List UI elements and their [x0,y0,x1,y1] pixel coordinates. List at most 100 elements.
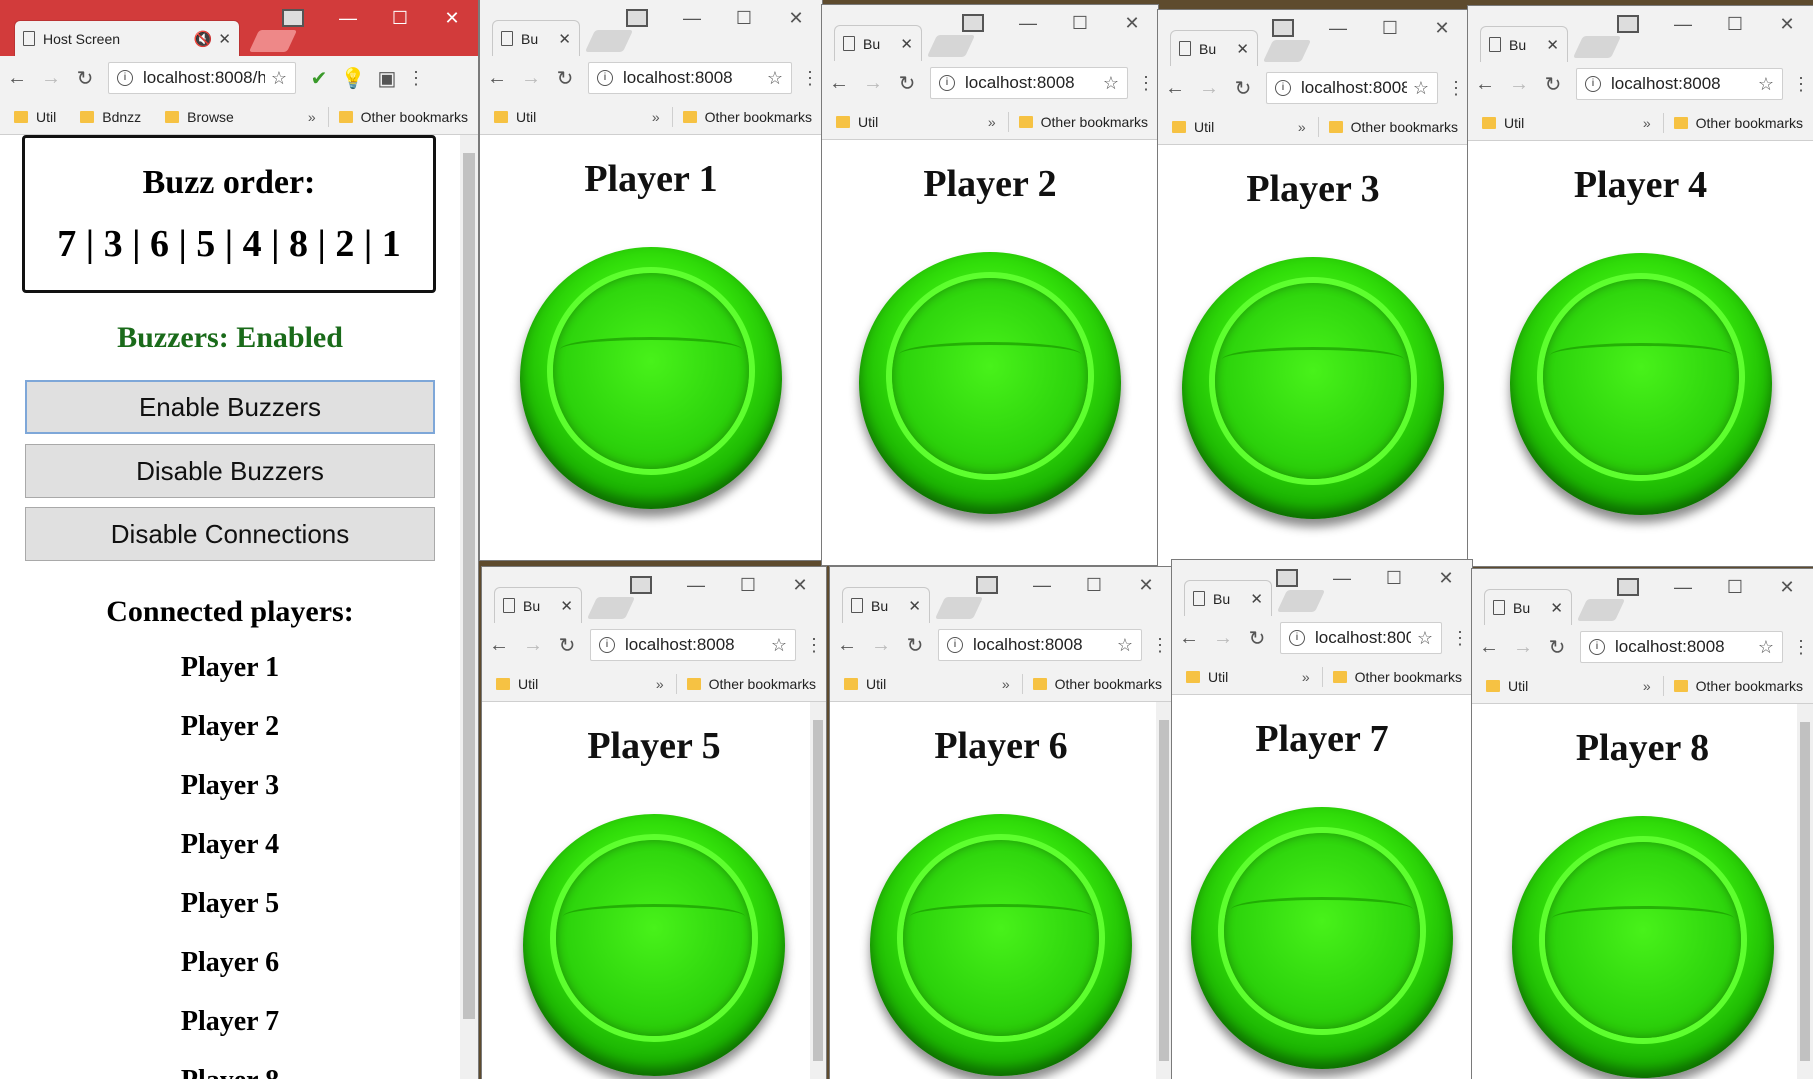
close-window-button[interactable]: ✕ [770,8,822,29]
close-window-button[interactable]: ✕ [1120,575,1172,596]
green-buzzer-icon[interactable] [1182,257,1444,519]
back-icon[interactable]: ← [1468,73,1502,96]
info-icon[interactable]: i [939,75,955,91]
chevron-right-icon[interactable]: » [1298,119,1306,135]
profile-icon[interactable] [1276,569,1298,587]
close-icon[interactable]: ✕ [1250,590,1263,608]
tab-player-page[interactable]: Bu ✕ [494,587,582,623]
forward-icon[interactable]: → [514,67,548,90]
green-buzzer-icon[interactable] [1511,816,1774,1078]
chevron-right-icon[interactable]: » [652,109,660,125]
scrollbar[interactable] [1797,704,1813,1079]
bookmark-util[interactable]: Util [496,676,538,692]
chevron-right-icon[interactable]: » [1002,676,1010,692]
forward-icon[interactable]: → [856,72,890,95]
minimize-button[interactable]: — [1002,13,1054,34]
address-bar[interactable]: i localhost:8008/h ☆ [108,62,296,94]
address-bar[interactable]: i localhost:8008 ☆ [930,67,1128,99]
profile-icon[interactable] [1617,578,1639,596]
kebab-menu-icon[interactable]: ⋮ [802,635,826,656]
maximize-button[interactable]: ☐ [1709,577,1761,598]
address-bar[interactable]: i localhost:8008 ☆ [590,629,796,661]
green-buzzer-icon[interactable] [1509,253,1772,515]
glasses-extension-icon[interactable]: ▣ [370,66,404,91]
maximize-button[interactable]: ☐ [1709,14,1761,35]
tab-host-screen[interactable]: Host Screen 🔇 ✕ [14,20,240,56]
chevron-right-icon[interactable]: » [1643,115,1651,131]
forward-icon[interactable]: → [1502,73,1536,96]
reload-icon[interactable]: ↻ [1240,626,1274,651]
green-buzzer-icon[interactable] [523,814,785,1076]
close-window-button[interactable]: ✕ [1106,13,1158,34]
forward-icon[interactable]: → [516,634,550,657]
forward-icon[interactable]: → [864,634,898,657]
star-icon[interactable]: ☆ [1413,78,1429,99]
reload-icon[interactable]: ↻ [550,633,584,658]
minimize-button[interactable]: — [1312,18,1364,39]
back-icon[interactable]: ← [480,67,514,90]
reload-icon[interactable]: ↻ [890,71,924,96]
scrollbar[interactable] [810,702,826,1079]
mute-icon[interactable]: 🔇 [194,30,213,48]
reload-icon[interactable]: ↻ [1536,72,1570,97]
profile-icon[interactable] [1617,15,1639,33]
profile-icon[interactable] [626,9,648,27]
profile-icon[interactable] [282,9,304,27]
maximize-button[interactable]: ☐ [1068,575,1120,596]
info-icon[interactable]: i [1585,76,1601,92]
close-icon[interactable]: ✕ [558,30,571,48]
kebab-menu-icon[interactable]: ⋮ [1134,73,1158,94]
other-bookmarks[interactable]: Other bookmarks [1032,676,1162,692]
bookmark-browse[interactable]: Browse [165,109,234,125]
reload-icon[interactable]: ↻ [548,66,582,91]
info-icon[interactable]: i [947,637,963,653]
chevron-right-icon[interactable]: » [1302,669,1310,685]
other-bookmarks[interactable]: Other bookmarks [1673,115,1803,131]
enable-buzzers-button[interactable]: Enable Buzzers [25,380,435,434]
bookmark-util[interactable]: Util [844,676,886,692]
minimize-button[interactable]: — [1016,575,1068,596]
minimize-button[interactable]: — [322,8,374,29]
tab-player-page[interactable]: Bu ✕ [1170,30,1258,66]
close-icon[interactable]: ✕ [218,30,231,48]
info-icon[interactable]: i [1289,630,1305,646]
profile-icon[interactable] [630,576,652,594]
green-buzzer-icon[interactable] [1191,807,1453,1069]
back-icon[interactable]: ← [1158,77,1192,100]
bookmark-util[interactable]: Util [836,114,878,130]
new-tab-button[interactable] [1572,36,1622,58]
close-window-button[interactable]: ✕ [426,8,478,29]
chevron-right-icon[interactable]: » [1643,678,1651,694]
bookmark-util[interactable]: Util [1482,115,1524,131]
close-icon[interactable]: ✕ [900,35,913,53]
maximize-button[interactable]: ☐ [1054,13,1106,34]
profile-icon[interactable] [976,576,998,594]
address-bar[interactable]: i localhost:8008 ☆ [1280,622,1442,654]
kebab-menu-icon[interactable]: ⋮ [404,68,428,89]
address-bar[interactable]: i localhost:8008 ☆ [1576,68,1783,100]
maximize-button[interactable]: ☐ [374,8,426,29]
close-window-button[interactable]: ✕ [1416,18,1468,39]
minimize-button[interactable]: — [666,8,718,29]
back-icon[interactable]: ← [822,72,856,95]
info-icon[interactable]: i [599,637,615,653]
kebab-menu-icon[interactable]: ⋮ [1789,637,1813,658]
close-window-button[interactable]: ✕ [774,575,826,596]
back-icon[interactable]: ← [482,634,516,657]
maximize-button[interactable]: ☐ [722,575,774,596]
tab-player-page[interactable]: Bu ✕ [492,20,580,56]
info-icon[interactable]: i [597,70,613,86]
bookmark-util[interactable]: Util [14,109,56,125]
tab-player-page[interactable]: Bu ✕ [834,25,922,61]
forward-icon[interactable]: → [1206,627,1240,650]
tab-player-page[interactable]: Bu ✕ [1484,589,1572,625]
green-buzzer-icon[interactable] [870,814,1132,1076]
close-icon[interactable]: ✕ [1546,36,1559,54]
chevron-right-icon[interactable]: » [308,109,316,125]
other-bookmarks[interactable]: Other bookmarks [1332,669,1462,685]
kebab-menu-icon[interactable]: ⋮ [1148,635,1172,656]
maximize-button[interactable]: ☐ [1364,18,1416,39]
tab-player-page[interactable]: Bu ✕ [842,587,930,623]
back-icon[interactable]: ← [0,67,34,90]
back-icon[interactable]: ← [1172,627,1206,650]
